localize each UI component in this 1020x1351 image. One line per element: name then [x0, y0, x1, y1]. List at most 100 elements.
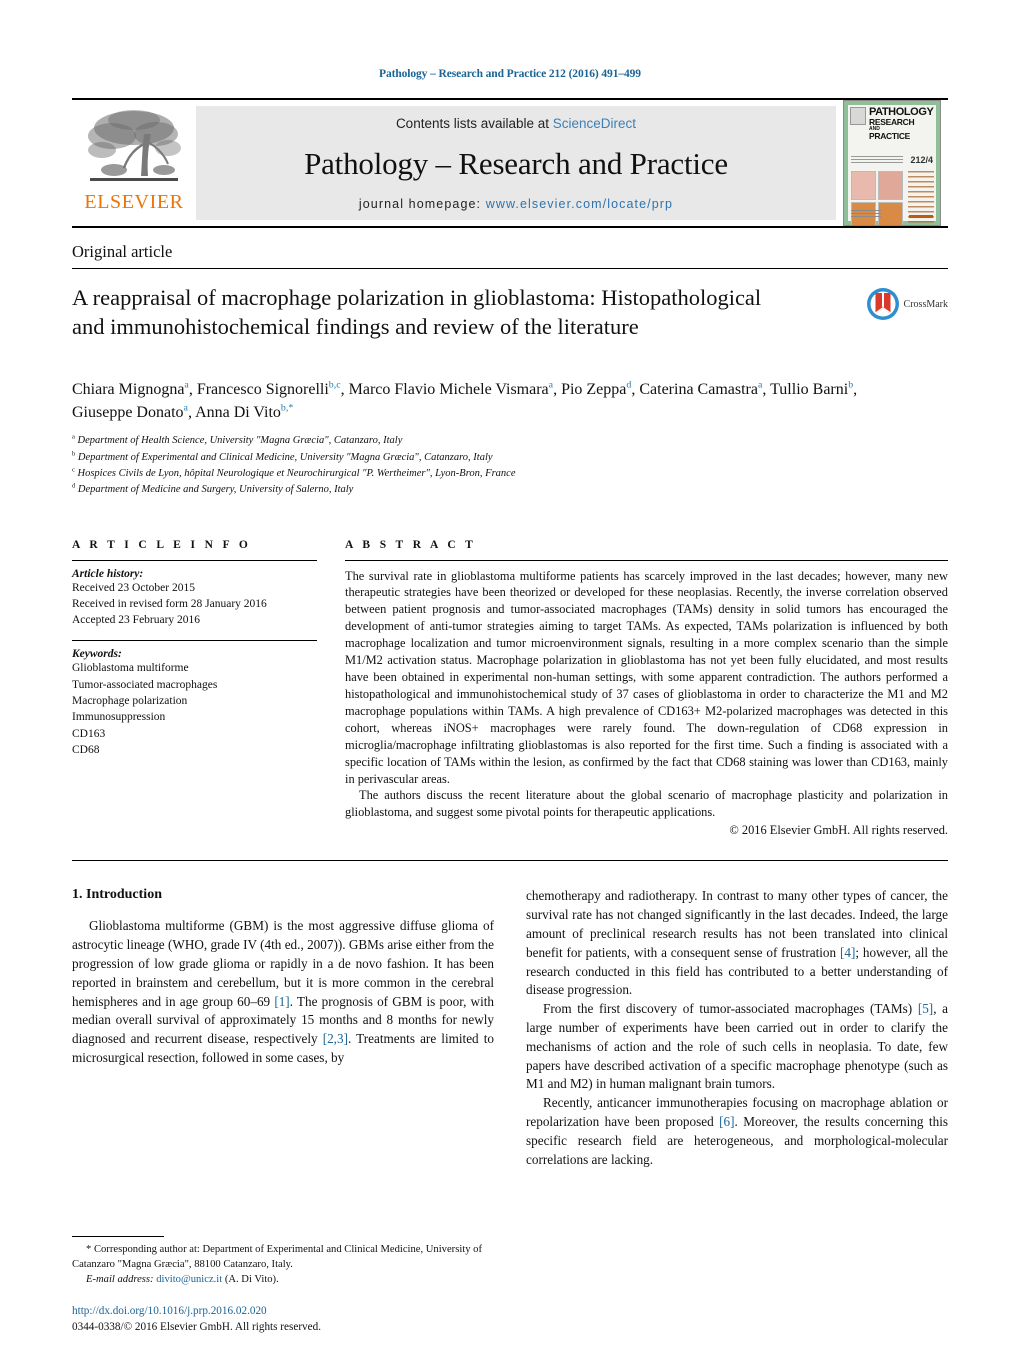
doi-block: http://dx.doi.org/10.1016/j.prp.2016.02.…: [72, 1303, 502, 1335]
journal-cover-thumbnail[interactable]: PATHOLOGY RESEARCH AND PRACTICE 212/4: [843, 100, 941, 226]
author-name: Pio Zeppa: [561, 381, 627, 398]
footnote-corresponding-line: * Corresponding author at: Department of…: [72, 1242, 494, 1272]
affiliation-item: d Department of Medicine and Surgery, Un…: [72, 482, 354, 496]
elsevier-tree-icon: [88, 110, 181, 181]
body-column-left: 1. Introduction Glioblastoma multiforme …: [72, 887, 494, 1333]
citation-ref-5[interactable]: [5]: [918, 1001, 933, 1016]
homepage-prefix: journal homepage:: [358, 197, 486, 211]
author-name: Francesco Signorelli: [196, 381, 329, 398]
keyword-item: Macrophage polarization: [72, 695, 188, 708]
author-list: Chiara Mignognaa, Francesco Signorellib,…: [72, 379, 858, 421]
body-columns: 1. Introduction Glioblastoma multiforme …: [72, 887, 948, 1333]
author-affiliation-marker: a: [757, 379, 763, 391]
footnote-corresponding-text: Corresponding author at: Department of E…: [72, 1244, 482, 1271]
affiliation-item: b Department of Experimental and Clinica…: [72, 450, 493, 463]
affiliation-marker: d: [72, 482, 76, 490]
intro-paragraph-3: From the first discovery of tumor-associ…: [526, 1000, 948, 1094]
article-info-rule: [72, 559, 317, 561]
abstract-copyright: © 2016 Elsevier GmbH. All rights reserve…: [729, 823, 948, 838]
abstract-paragraph-2: The authors discuss the recent literatur…: [345, 788, 948, 820]
affiliation-list: a Department of Health Science, Universi…: [72, 433, 948, 498]
author-affiliation-marker: a: [184, 379, 189, 391]
keyword-item: Immunosuppression: [72, 711, 166, 724]
journal-masthead: ELSEVIER Contents lists available at Sci…: [72, 98, 948, 228]
affiliation-marker: c: [72, 466, 75, 474]
section-heading-introduction: 1. Introduction: [72, 887, 162, 903]
abstract-heading: A B S T R A C T: [345, 538, 477, 551]
intro-p3-a: From the first discovery of tumor-associ…: [543, 1001, 918, 1017]
journal-article-page: Pathology – Research and Practice 212 (2…: [0, 0, 1020, 1351]
author-affiliation-marker: a: [548, 379, 554, 391]
footnote-star: *: [86, 1244, 92, 1256]
email-address-label: E-mail address:: [86, 1274, 154, 1286]
doi-link[interactable]: http://dx.doi.org/10.1016/j.prp.2016.02.…: [72, 1303, 502, 1319]
keywords-label: Keywords:: [72, 648, 122, 661]
affiliation-marker: a: [72, 433, 75, 441]
journal-cover-block: PATHOLOGY RESEARCH AND PRACTICE 212/4: [836, 100, 948, 226]
email-link[interactable]: divito@unicz.it: [156, 1274, 222, 1285]
page-title: A reappraisal of macrophage polarization…: [72, 285, 762, 340]
cover-issue-number: 212/4: [910, 155, 933, 165]
footnote-email-line: E-mail address: divito@unicz.it (A. Di V…: [72, 1272, 494, 1287]
journal-homepage-link[interactable]: www.elsevier.com/locate/prp: [486, 197, 673, 211]
cover-meta-lines: [851, 156, 903, 165]
citation-ref-1[interactable]: [1]: [274, 994, 289, 1009]
author-name: Tullio Barni: [770, 381, 849, 398]
author-affiliation-marker: b: [848, 379, 854, 391]
journal-homepage-line: journal homepage: www.elsevier.com/locat…: [359, 197, 673, 211]
sciencedirect-link[interactable]: ScienceDirect: [553, 116, 636, 131]
running-head: Pathology – Research and Practice 212 (2…: [379, 68, 641, 80]
abstract-paragraph-1: The survival rate in glioblastoma multif…: [345, 568, 948, 786]
keywords-rule: [72, 640, 317, 642]
info-abstract-block: A R T I C L E I N F O Article history: R…: [72, 539, 948, 862]
article-type-label: Original article: [72, 242, 948, 269]
abstract-rule: [345, 559, 948, 561]
author-affiliation-marker: a: [183, 402, 188, 414]
intro-paragraph-2: chemotherapy and radiotherapy. In contra…: [526, 887, 948, 1000]
affiliation-marker: b: [72, 450, 76, 458]
crossmark-badge[interactable]: CrossMark: [866, 287, 948, 321]
journal-header-panel: Contents lists available at ScienceDirec…: [196, 106, 836, 220]
keyword-list: Glioblastoma multiforme Tumor-associated…: [72, 660, 317, 758]
affiliation-item: c Hospices Civils de Lyon, hôpital Neuro…: [72, 466, 516, 479]
intro-paragraph-4: Recently, anticancer immunotherapies foc…: [526, 1094, 948, 1169]
corresponding-author-footnote: * Corresponding author at: Department of…: [72, 1236, 494, 1333]
cover-publisher-icon: [850, 107, 866, 125]
intro-paragraph-1: Glioblastoma multiforme (GBM) is the mos…: [72, 917, 494, 1068]
elsevier-wordmark: ELSEVIER: [84, 191, 184, 213]
contents-available-line: Contents lists available at ScienceDirec…: [396, 116, 636, 131]
cover-footer-mark: [909, 215, 933, 218]
article-history-label: Article history:: [72, 567, 144, 580]
history-line: Accepted 23 February 2016: [72, 614, 201, 627]
author-name: Giuseppe Donato: [72, 403, 184, 421]
cover-title-line4: PRACTICE: [869, 130, 911, 141]
affiliation-item: a Department of Health Science, Universi…: [72, 433, 403, 447]
article-info-heading: A R T I C L E I N F O: [72, 538, 252, 551]
body-column-right: chemotherapy and radiotherapy. In contra…: [526, 887, 948, 1287]
article-info-column: A R T I C L E I N F O Article history: R…: [72, 539, 317, 839]
title-area: A reappraisal of macrophage polarization…: [72, 283, 948, 363]
keyword-item: CD163: [72, 727, 106, 740]
crossmark-label: CrossMark: [903, 298, 948, 310]
author-name: Caterina Camastra: [639, 381, 758, 398]
keyword-item: Tumor-associated macrophages: [72, 678, 218, 691]
citation-ref-6[interactable]: [6]: [719, 1114, 734, 1129]
crossmark-icon: [866, 288, 899, 320]
citation-ref-2-3[interactable]: [2,3]: [323, 1031, 348, 1046]
contents-prefix: Contents lists available at: [395, 116, 553, 131]
author-affiliation-marker: b,c: [328, 379, 341, 391]
journal-title: Pathology – Research and Practice: [304, 146, 728, 181]
keyword-item: CD68: [72, 744, 100, 757]
citation-ref-4[interactable]: [4]: [840, 945, 855, 960]
history-line: Received in revised form 28 January 2016: [72, 597, 267, 610]
elsevier-logo-block: ELSEVIER: [72, 100, 196, 226]
keyword-item: Glioblastoma multiforme: [72, 662, 189, 675]
issn-copyright-line: 0344-0338/© 2016 Elsevier GmbH. All righ…: [72, 1321, 321, 1334]
abstract-column: A B S T R A C T The survival rate in gli…: [345, 539, 948, 839]
author-name: Anna Di Vito: [195, 403, 281, 421]
cover-footer-text: [851, 210, 881, 218]
footnote-rule: [72, 1236, 164, 1238]
author-name: Marco Flavio Michele Vismara: [348, 381, 549, 398]
author-affiliation-marker: b,*: [280, 402, 294, 414]
author-name: Chiara Mignogna: [72, 381, 185, 398]
